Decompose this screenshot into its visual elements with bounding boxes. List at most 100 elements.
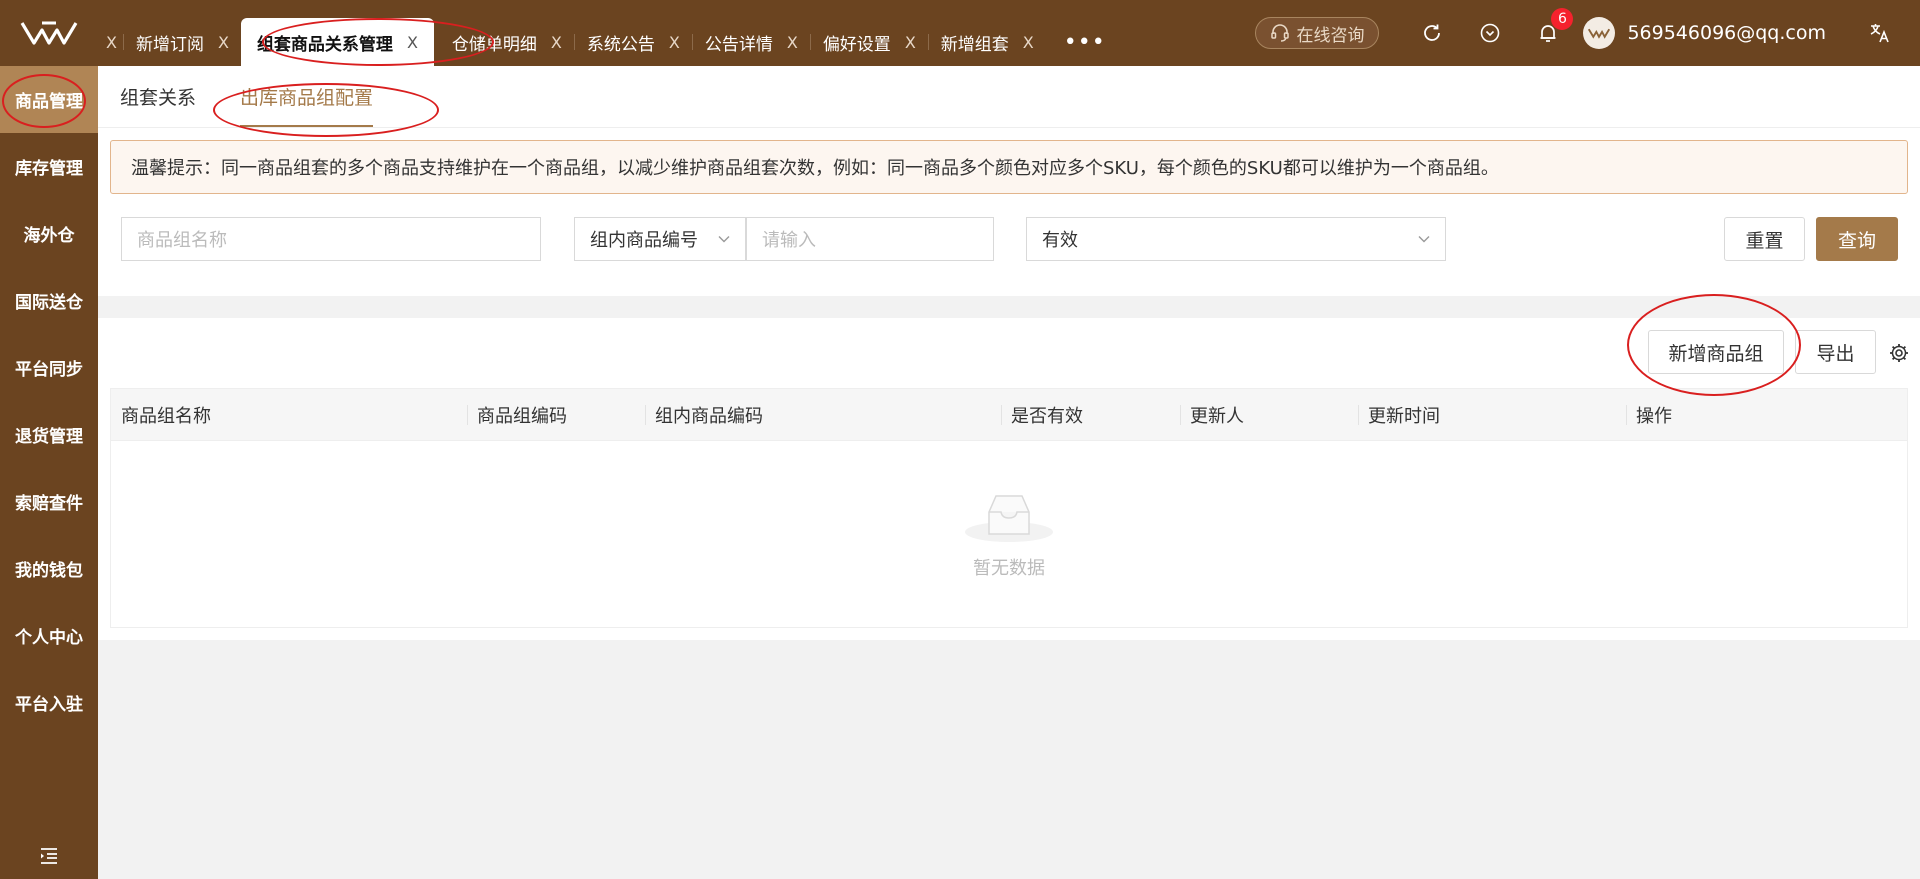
gear-icon [1890,344,1908,362]
export-button[interactable]: 导出 [1795,330,1876,374]
sidebar-item-label: 退货管理 [15,427,83,447]
sidebar-item-returns[interactable]: 退货管理 [0,401,98,468]
status-select[interactable]: 有效 [1026,217,1446,261]
column-header[interactable]: 更新时间 [1358,389,1626,441]
query-button[interactable]: 查询 [1816,217,1898,261]
header-actions: 在线咨询 6 569546096@qq.com [1255,0,1920,66]
sub-tab-bar: 组套关系 出库商品组配置 [98,66,1920,128]
sidebar: 商品管理 库存管理 海外仓 国际送仓 平台同步 退货管理 索赔查件 我的钱包 个… [0,66,98,879]
close-icon[interactable]: X [905,33,916,52]
column-header[interactable]: 组内商品编码 [645,389,1001,441]
code-type-select[interactable]: 组内商品编号 [574,217,746,261]
tab-label: 偏好设置 [822,34,891,55]
tab-announcement-detail[interactable]: 公告详情 X [693,18,810,66]
sidebar-item-label: 我的钱包 [15,561,83,581]
product-group-table: 商品组名称 商品组编码 组内商品编码 是否有效 更新人 更新时间 操作 暂无数据 [110,388,1908,628]
tab-new-bundle[interactable]: 新增组套 X [929,18,1046,66]
favorites-button[interactable] [1461,0,1519,66]
select-value: 组内商品编号 [590,230,698,251]
subtab-bundle-relation[interactable]: 组套关系 [120,65,196,127]
refresh-button[interactable] [1403,0,1461,66]
column-header[interactable]: 是否有效 [1001,389,1180,441]
input-placeholder: 商品组名称 [137,230,227,251]
sidebar-item-overseas-warehouse[interactable]: 海外仓 [0,200,98,267]
sidebar-item-claims[interactable]: 索赔查件 [0,468,98,535]
subtab-label: 组套关系 [120,86,197,109]
add-product-group-button[interactable]: 新增商品组 [1648,330,1784,374]
close-icon[interactable]: X [407,33,418,52]
column-settings-button[interactable] [1888,342,1910,369]
sidebar-item-label: 平台同步 [15,360,83,380]
empty-text: 暂无数据 [973,558,1045,579]
select-value: 有效 [1042,230,1078,251]
close-icon[interactable]: X [106,33,117,52]
close-icon[interactable]: X [669,33,680,52]
sidebar-collapse-button[interactable] [0,847,98,865]
sidebar-item-inventory[interactable]: 库存管理 [0,133,98,200]
column-header[interactable]: 商品组名称 [111,389,467,441]
sidebar-item-platform-onboarding[interactable]: 平台入驻 [0,669,98,736]
close-icon[interactable]: X [1023,33,1034,52]
sidebar-item-label: 海外仓 [23,226,75,246]
avatar [1583,17,1616,49]
menu-fold-icon [41,848,57,864]
sidebar-item-label: 国际送仓 [15,293,83,313]
tab-system-announcement[interactable]: 系统公告 X [575,18,692,66]
online-consult-button[interactable]: 在线咨询 [1255,17,1380,49]
more-tabs-button[interactable]: ••• [1046,18,1124,66]
user-email: 569546096@qq.com [1627,22,1826,44]
chevron-down-icon [1418,236,1430,243]
notification-badge: 6 [1551,8,1574,30]
sidebar-item-label: 个人中心 [15,628,83,648]
tab-bundle-relation-management[interactable]: 组套商品关系管理 X [240,18,434,66]
sidebar-item-label: 索赔查件 [15,494,83,514]
sidebar-item-international-delivery[interactable]: 国际送仓 [0,267,98,334]
column-header[interactable]: 更新人 [1180,389,1358,441]
input-placeholder: 请输入 [762,230,816,251]
button-label: 重置 [1745,229,1784,252]
empty-state: 暂无数据 [111,441,1907,627]
group-name-input[interactable]: 商品组名称 [121,217,541,261]
tip-banner: 温馨提示：同一商品组套的多个商品支持维护在一个商品组，以减少维护商品组套次数，例… [110,140,1908,194]
sidebar-item-personal-center[interactable]: 个人中心 [0,602,98,669]
close-icon[interactable]: X [551,33,562,52]
tab-label: 组套商品关系管理 [256,34,393,55]
tip-text: 温馨提示：同一商品组套的多个商品支持维护在一个商品组，以减少维护商品组套次数，例… [131,158,1499,179]
tab-label: 公告详情 [704,34,773,55]
close-icon[interactable]: X [218,33,229,52]
empty-inbox-icon [965,495,1053,542]
reset-button[interactable]: 重置 [1724,217,1805,261]
user-menu[interactable]: 569546096@qq.com [1583,17,1826,49]
brand-logo[interactable] [0,0,98,66]
sidebar-item-platform-sync[interactable]: 平台同步 [0,334,98,401]
sidebar-item-label: 库存管理 [15,159,83,179]
avatar-logo-icon [1588,28,1611,39]
notifications-button[interactable]: 6 [1519,0,1577,66]
main-content: 组套关系 出库商品组配置 温馨提示：同一商品组套的多个商品支持维护在一个商品组，… [98,66,1920,879]
tab-partial[interactable]: X [98,18,123,66]
tab-new-subscription[interactable]: 新增订阅 X [124,18,241,66]
column-header[interactable]: 操作 [1626,389,1907,441]
heart-circle-icon [1481,23,1500,43]
tab-preferences[interactable]: 偏好设置 X [811,18,928,66]
table-panel: 新增商品组 导出 商品组名称 商品组编码 组内商品编码 是否有效 更新人 更新时… [98,318,1920,640]
logo-icon [20,21,78,45]
tab-label: 系统公告 [586,34,655,55]
subtab-label: 出库商品组配置 [240,86,374,109]
sidebar-item-product-management[interactable]: 商品管理 [0,66,98,133]
language-switch-button[interactable] [1860,0,1900,66]
button-label: 新增商品组 [1668,342,1764,365]
tab-warehouse-detail[interactable]: 仓储单明细 X [434,18,574,66]
top-bar: X 新增订阅 X 组套商品关系管理 X 仓储单明细 X 系统公告 X 公告详情 … [0,0,1920,66]
close-icon[interactable]: X [787,33,798,52]
tab-label: 新增组套 [940,34,1009,55]
tab-label: 新增订阅 [135,34,204,55]
column-header[interactable]: 商品组编码 [467,389,645,441]
button-label: 导出 [1816,342,1855,365]
subtab-outbound-group-config[interactable]: 出库商品组配置 [240,65,374,127]
code-input[interactable]: 请输入 [746,217,994,261]
tab-label: 仓储单明细 [451,34,537,55]
table-header: 商品组名称 商品组编码 组内商品编码 是否有效 更新人 更新时间 操作 [111,389,1907,441]
sidebar-item-wallet[interactable]: 我的钱包 [0,535,98,602]
button-label: 查询 [1837,229,1876,252]
